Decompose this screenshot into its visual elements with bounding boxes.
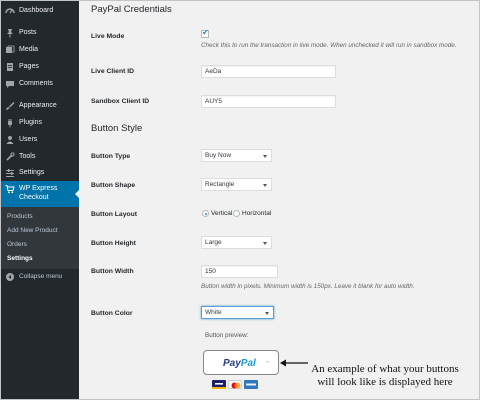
sidebar-item-media[interactable]: Media [1, 42, 79, 58]
sidebar-item-label: Appearance [19, 102, 57, 109]
dashboard-icon [5, 8, 15, 14]
paypal-button-dash: - [266, 357, 269, 366]
paypal-logo-pal: Pal [240, 358, 256, 369]
submenu-item-products[interactable]: Products [7, 213, 33, 220]
button-preview-label: Button preview: [205, 332, 249, 339]
callout-line-1: An example of what your buttons [311, 363, 459, 375]
sidebar-item-settings[interactable]: Settings [1, 165, 79, 181]
pages-icon [7, 63, 13, 71]
amex-mark [246, 383, 256, 386]
button-type-value: Buy Now [205, 152, 232, 159]
sidebar-item-comments[interactable]: Comments [1, 76, 79, 92]
sandbox-client-id-input[interactable]: AUY5 [201, 95, 336, 108]
button-height-value: Large [205, 239, 222, 246]
sidebar-item-tools[interactable]: Tools [1, 149, 79, 165]
paypal-logo-pay: Pay [223, 358, 241, 369]
collapse-label: Collapse menu [19, 273, 63, 280]
button-height-select[interactable]: Large [201, 236, 272, 249]
sidebar-item-wp-express-checkout[interactable]: WP Express Checkout [1, 181, 80, 207]
button-width-input[interactable]: 150 [201, 265, 278, 278]
callout-line-2: will look like is displayed here [317, 376, 453, 388]
submenu: Products Add New Product Orders Settings [1, 207, 79, 269]
visa-mark [212, 383, 226, 389]
button-shape-select[interactable]: Rectangle [201, 178, 272, 191]
users-icon [6, 136, 14, 144]
sidebar-item-users[interactable]: Users [1, 132, 79, 148]
chevron-down-icon [263, 184, 267, 187]
submenu-item-orders[interactable]: Orders [7, 241, 27, 248]
submenu-item-settings[interactable]: Settings [7, 255, 33, 262]
chevron-down-icon [263, 242, 267, 245]
live-mode-label: Live Mode [91, 33, 125, 40]
plugins-icon [8, 119, 12, 128]
sidebar-item-label: Dashboard [19, 7, 54, 14]
callout-annotation: An example of what your buttons will loo… [289, 363, 479, 389]
admin-sidebar: Dashboard Posts Media Pages Comments App… [1, 1, 80, 399]
sandbox-client-id-label: Sandbox Client ID [91, 98, 150, 105]
layout-vertical-label: Vertical [211, 210, 233, 217]
section-title-button-style: Button Style [91, 123, 143, 134]
paintbrush-icon [6, 102, 15, 110]
button-shape-value: Rectangle [205, 181, 235, 188]
main-content: PayPal Credentials Live Mode ✔ Check thi… [79, 1, 479, 399]
sidebar-item-label: WP Express Checkout [19, 185, 58, 201]
layout-vertical-radio[interactable] [202, 210, 209, 217]
sidebar-item-label: Tools [19, 153, 36, 160]
button-color-select[interactable]: White [201, 306, 274, 319]
sidebar-item-label: Users [19, 136, 38, 143]
collapse-icon [6, 273, 14, 281]
screenshot-frame: Dashboard Posts Media Pages Comments App… [0, 0, 480, 400]
button-width-label: Button Width [91, 268, 134, 275]
layout-horizontal-label: Horizontal [242, 210, 272, 217]
chevron-down-icon [265, 312, 269, 315]
checkmark-icon: ✔ [202, 28, 209, 37]
live-mode-description: Check this to run the transaction in liv… [201, 42, 457, 49]
amex-card-icon [244, 380, 258, 389]
sidebar-item-label: Comments [19, 80, 53, 87]
sidebar-item-appearance[interactable]: Appearance [1, 98, 79, 114]
sidebar-item-plugins[interactable]: Plugins [1, 115, 79, 131]
mastercard-mark [231, 382, 241, 389]
media-icon [6, 45, 15, 53]
button-color-label: Button Color [91, 310, 133, 317]
live-client-id-input[interactable]: AeDa [201, 65, 336, 78]
mastercard-card-icon [228, 380, 242, 389]
button-layout-label: Button Layout [91, 211, 138, 218]
settings-icon [6, 169, 14, 177]
comments-icon [6, 81, 14, 88]
sidebar-item-label: Plugins [19, 119, 42, 126]
button-type-label: Button Type [91, 153, 131, 160]
sidebar-item-posts[interactable]: Posts [1, 25, 79, 41]
live-mode-checkbox[interactable]: ✔ [201, 28, 209, 38]
button-color-value: White [205, 309, 222, 316]
sidebar-item-label: Posts [19, 29, 37, 36]
sidebar-item-dashboard[interactable]: Dashboard [1, 3, 79, 19]
button-width-description: Button width in pixels. Minimum width is… [201, 283, 415, 290]
button-height-label: Button Height [91, 240, 136, 247]
sidebar-item-label: Settings [19, 169, 45, 176]
tools-icon [6, 152, 15, 161]
sidebar-item-pages[interactable]: Pages [1, 59, 79, 75]
collapse-menu-button[interactable]: Collapse menu [1, 269, 79, 285]
cart-icon [5, 185, 15, 194]
live-client-id-label: Live Client ID [91, 68, 135, 75]
sidebar-item-label: Media [19, 46, 39, 53]
sidebar-item-label: Pages [19, 63, 39, 70]
chevron-down-icon [263, 155, 267, 158]
paypal-button-preview[interactable]: PayPal - [203, 350, 279, 375]
button-type-select[interactable]: Buy Now [201, 149, 272, 162]
section-title-credentials: PayPal Credentials [91, 4, 172, 15]
pin-icon [7, 29, 13, 38]
visa-card-icon [212, 380, 226, 389]
button-shape-label: Button Shape [91, 182, 136, 189]
submenu-item-add-new-product[interactable]: Add New Product [7, 227, 58, 234]
paypal-logo: PayPal [223, 358, 256, 369]
layout-horizontal-radio[interactable] [233, 210, 240, 217]
